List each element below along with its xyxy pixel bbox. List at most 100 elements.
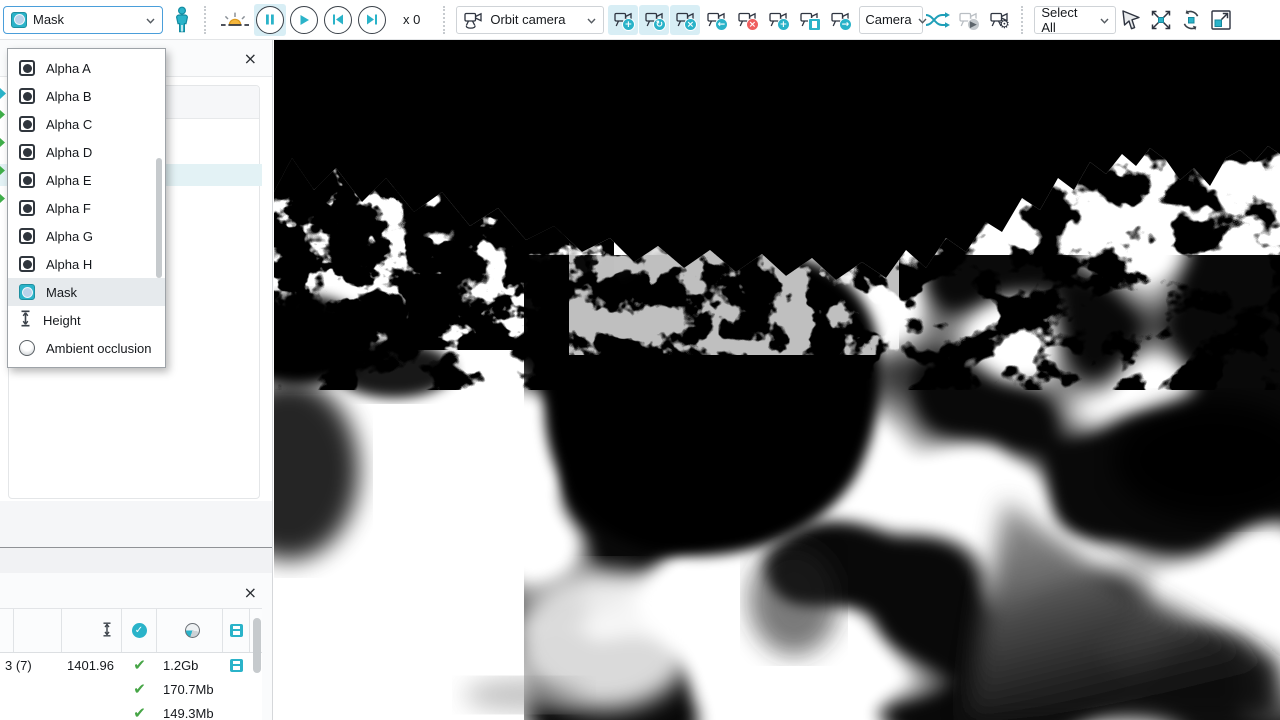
alpha-radio-icon: [19, 228, 35, 244]
table-header-cell[interactable]: [157, 609, 223, 652]
rotate-badge-icon: ↻: [653, 18, 666, 31]
layer-option-alpha-b[interactable]: Alpha B: [8, 82, 165, 110]
gear-badge-icon: ⚙: [998, 18, 1011, 31]
layer-option-label: Alpha C: [46, 117, 92, 132]
cross-badge-icon: ×: [684, 18, 697, 31]
layer-option-alpha-d[interactable]: Alpha D: [8, 138, 165, 166]
shuffle-icon: [925, 10, 951, 30]
height-icon: [19, 310, 32, 330]
plus-badge-icon: +: [777, 18, 790, 31]
layer-option-label: Alpha F: [46, 201, 91, 216]
memory-pie-icon: [185, 623, 200, 638]
check-circle-icon: ✓: [132, 623, 147, 638]
camera-play-button[interactable]: ▶: [953, 5, 983, 35]
expand-view-button[interactable]: [1206, 5, 1236, 35]
table-header-cell[interactable]: ✓: [122, 609, 157, 652]
toolbar-separator: [443, 6, 449, 34]
dock-gap: [0, 548, 272, 573]
select-cursor-button[interactable]: [1116, 5, 1146, 35]
layer-selector-dropdown[interactable]: Mask: [3, 6, 163, 34]
layer-option-label: Alpha H: [46, 257, 92, 272]
toolbar-separator: [204, 6, 210, 34]
expand-arrow-icon[interactable]: [0, 138, 5, 147]
close-icon[interactable]: ×: [244, 51, 257, 67]
stats-scrollbar[interactable]: [253, 618, 261, 673]
save-badge-icon: [808, 18, 821, 31]
alpha-radio-icon: [19, 60, 35, 76]
layer-dropdown-list: Alpha A Alpha B Alpha C Alpha D Alpha E Alpha…: [7, 48, 166, 368]
plus-badge-icon: +: [622, 18, 635, 31]
fit-view-button[interactable]: [1146, 5, 1176, 35]
height-icon: [101, 622, 113, 640]
layer-option-alpha-a[interactable]: Alpha A: [8, 54, 165, 82]
table-row[interactable]: 3 (7)1401.96✔1.2Gb: [0, 653, 262, 677]
layer-option-alpha-c[interactable]: Alpha C: [8, 110, 165, 138]
camera-save-button[interactable]: [794, 5, 824, 35]
layer-option-ambient-occlusion[interactable]: Ambient occlusion: [8, 334, 165, 362]
video-camera-icon: ↻: [645, 10, 664, 30]
cursor-icon: [1120, 9, 1142, 31]
close-icon[interactable]: ×: [244, 585, 257, 601]
node-icon: [0, 88, 6, 99]
alpha-radio-icon: [19, 88, 35, 104]
layer-option-label: Alpha E: [46, 173, 92, 188]
layer-option-alpha-e[interactable]: Alpha E: [8, 166, 165, 194]
camera-zoom-button[interactable]: ×: [670, 5, 700, 35]
layer-option-mask[interactable]: Mask: [8, 278, 165, 306]
speed-multiplier-label: x 0: [403, 12, 420, 27]
check-icon: ✔: [133, 658, 146, 673]
expand-arrow-icon[interactable]: [0, 110, 5, 119]
stats-table: ✓ 3 (7)1401.96✔1.2Gb✔170.7Mb✔149.3Mb: [0, 608, 262, 720]
alpha-radio-icon: [19, 144, 35, 160]
step-back-button[interactable]: [322, 4, 354, 36]
alpha-radio-icon: [19, 200, 35, 216]
camera-settings-button[interactable]: ⚙: [984, 5, 1014, 35]
table-header-cell[interactable]: [0, 609, 62, 652]
expand-arrow-icon[interactable]: [0, 194, 5, 203]
camera-orbit-button[interactable]: ↻: [639, 5, 669, 35]
table-header-cell[interactable]: [62, 609, 122, 652]
check-icon: ✔: [133, 706, 146, 720]
layer-option-label: Alpha A: [46, 61, 91, 76]
cell-memory: 149.3Mb: [157, 706, 223, 720]
pose-figure-button[interactable]: [167, 5, 197, 35]
camera-pan-button[interactable]: +: [608, 5, 638, 35]
camera-add-button[interactable]: +: [763, 5, 793, 35]
select-mode-dropdown[interactable]: Select All: [1034, 6, 1116, 34]
pause-button[interactable]: [254, 4, 286, 36]
camera-delete-button[interactable]: ×: [732, 5, 762, 35]
layer-option-alpha-g[interactable]: Alpha G: [8, 222, 165, 250]
video-camera-icon: ▶: [959, 10, 978, 30]
shuffle-cameras-button[interactable]: [923, 5, 953, 35]
layer-option-alpha-h[interactable]: Alpha H: [8, 250, 165, 278]
table-row[interactable]: ✔170.7Mb: [0, 677, 262, 701]
pause-icon: [256, 6, 284, 34]
alpha-radio-icon: [19, 256, 35, 272]
play-button[interactable]: [288, 4, 320, 36]
camera-mode-dropdown[interactable]: Orbit camera: [456, 6, 604, 34]
save-icon[interactable]: [230, 659, 243, 672]
layer-option-height[interactable]: Height: [8, 306, 165, 334]
camera-previous-button[interactable]: ←: [701, 5, 731, 35]
video-camera-icon: +: [769, 10, 788, 30]
cell-height: 1401.96: [62, 658, 122, 673]
camera-mode-value: Orbit camera: [490, 12, 565, 27]
step-forward-button[interactable]: [356, 4, 388, 36]
camera-next-button[interactable]: →: [825, 5, 855, 35]
reset-rotation-button[interactable]: [1176, 5, 1206, 35]
table-header-cell[interactable]: [223, 609, 250, 652]
layer-option-label: Mask: [46, 285, 77, 300]
layer-option-label: Alpha D: [46, 145, 92, 160]
arrow-left-badge-icon: ←: [715, 18, 728, 31]
fit-arrows-icon: [1149, 8, 1173, 32]
lighting-button[interactable]: [217, 5, 253, 35]
mask-icon: [11, 12, 27, 28]
video-camera-icon: ×: [738, 10, 757, 30]
dropdown-scrollbar[interactable]: [156, 158, 162, 278]
camera-list-dropdown[interactable]: Camera: [859, 6, 923, 34]
alpha-radio-icon: [19, 172, 35, 188]
terrain-3d-viewport[interactable]: [274, 40, 1280, 720]
cell-memory: 170.7Mb: [157, 682, 223, 697]
layer-option-alpha-f[interactable]: Alpha F: [8, 194, 165, 222]
table-row[interactable]: ✔ 149.3Mb: [0, 701, 262, 720]
